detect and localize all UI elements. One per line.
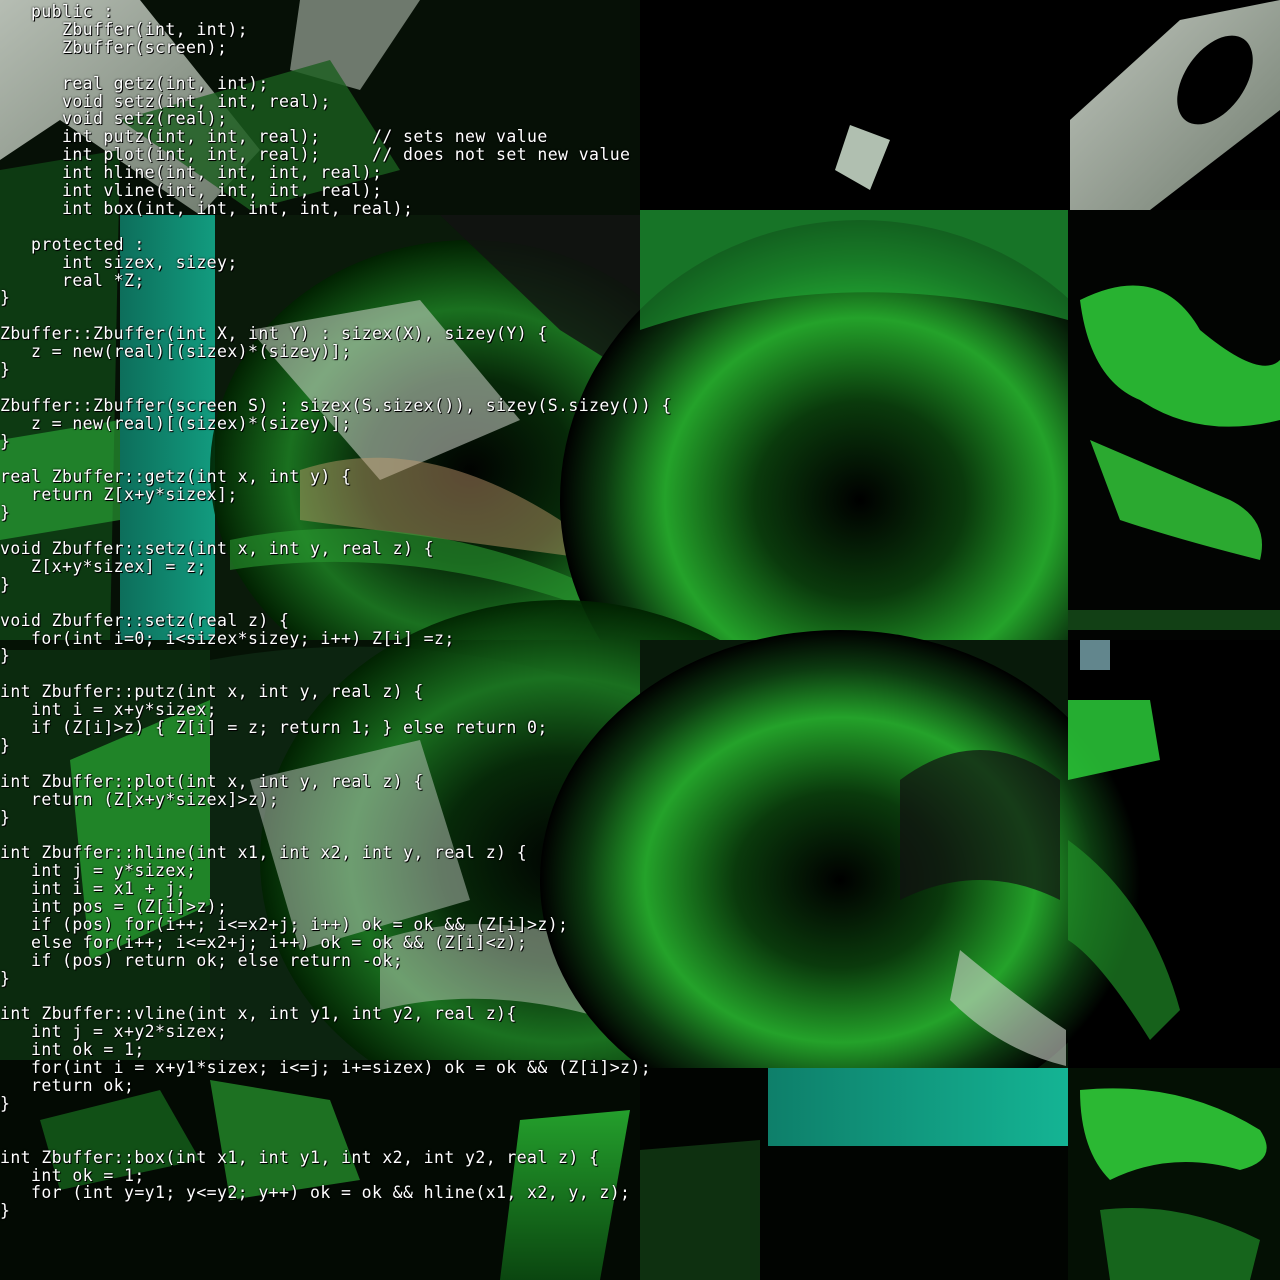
code-line: int plot(int, int, real); // does not se… (0, 145, 631, 165)
artwork-canvas: public : Zbuffer(int, int); Zbuffer(scre… (0, 0, 1280, 1280)
code-line: int j = y*sizex; (0, 861, 197, 881)
code-line: real *Z; (0, 270, 145, 290)
code-line: int Zbuffer::putz(int x, int y, real z) … (0, 682, 424, 702)
code-line: int sizex, sizey; (0, 252, 238, 272)
code-line: public : (0, 2, 114, 21)
code-line: Zbuffer::Zbuffer(screen S) : sizex(S.siz… (0, 395, 672, 415)
code-line: Zbuffer(screen); (0, 37, 228, 57)
code-line: return (Z[x+y*sizex]>z); (0, 789, 280, 809)
code-line: for(int i = x+y1*sizex; i<=j; i+=sizex) … (0, 1058, 652, 1078)
code-line: if (pos) return ok; else return -ok; (0, 950, 404, 970)
code-line: int Zbuffer::plot(int x, int y, real z) … (0, 771, 424, 791)
code-line: } (0, 288, 11, 308)
code-line: if (Z[i]>z) { Z[i] = z; return 1; } else… (0, 718, 548, 737)
code-line: } (0, 503, 11, 523)
code-line: int ok = 1; (0, 1165, 145, 1185)
code-line: int box(int, int, int, int, real); (0, 198, 414, 218)
code-line: } (0, 968, 11, 988)
code-line: int vline(int, int, int, real); (0, 181, 383, 200)
code-line: real getz(int, int); (0, 73, 269, 93)
code-line: int Zbuffer::hline(int x1, int x2, int y… (0, 843, 528, 863)
code-line: for(int i=0; i<sizex*sizey; i++) Z[i] =z… (0, 628, 455, 648)
code-line: protected : (0, 234, 145, 254)
code-line: int Zbuffer::vline(int x, int y1, int y2… (0, 1004, 517, 1024)
code-overlay: public : Zbuffer(int, int); Zbuffer(scre… (0, 0, 1280, 1280)
code-line: } (0, 1093, 11, 1113)
code-line: } (0, 735, 11, 755)
code-line: if (pos) for(i++; i<=x2+j; i++) ok = ok … (0, 914, 569, 934)
code-line: Zbuffer::Zbuffer(int X, int Y) : sizex(X… (0, 324, 548, 344)
code-line: int i = x+y*sizex; (0, 700, 218, 720)
code-line: real Zbuffer::getz(int x, int y) { (0, 467, 352, 487)
code-line: void Zbuffer::setz(real z) { (0, 610, 290, 630)
code-line: for (int y=y1; y<=y2; y++) ok = ok && hl… (0, 1183, 631, 1203)
code-line: return ok; (0, 1076, 135, 1095)
code-line: } (0, 646, 11, 666)
code-line: } (0, 431, 11, 451)
code-line: else for(i++; i<=x2+j; i++) ok = ok && (… (0, 932, 528, 952)
code-line: } (0, 574, 11, 594)
code-line: void setz(real); (0, 109, 228, 129)
code-line: z = new(real)[(sizex)*(sizey)]; (0, 413, 352, 433)
code-line: Zbuffer(int, int); (0, 19, 249, 39)
code-line: int putz(int, int, real); // sets new va… (0, 127, 548, 147)
code-line: } (0, 807, 11, 827)
code-line: void Zbuffer::setz(int x, int y, real z)… (0, 539, 435, 558)
code-line: int i = x1 + j; (0, 879, 187, 899)
code-line: Z[x+y*sizex] = z; (0, 556, 207, 576)
code-line: } (0, 360, 11, 379)
code-line: int pos = (Z[i]>z); (0, 897, 228, 916)
code-line: return Z[x+y*sizex]; (0, 485, 238, 505)
code-line: int Zbuffer::box(int x1, int y1, int x2,… (0, 1147, 600, 1167)
code-line: int hline(int, int, int, real); (0, 163, 383, 183)
code-line: int j = x+y2*sizex; (0, 1022, 228, 1042)
code-line: int ok = 1; (0, 1040, 145, 1060)
code-line: void setz(int, int, real); (0, 91, 331, 111)
code-line: z = new(real)[(sizex)*(sizey)]; (0, 342, 352, 362)
code-line: } (0, 1201, 11, 1221)
